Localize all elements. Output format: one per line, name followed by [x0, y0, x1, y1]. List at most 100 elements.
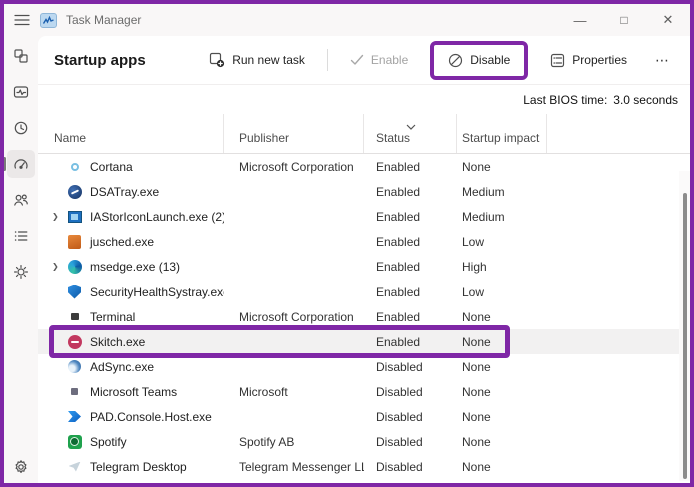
app-name: Skitch.exe	[90, 335, 145, 349]
publisher-cell: Microsoft Corporation	[224, 160, 364, 174]
page-title: Startup apps	[54, 52, 146, 69]
publisher-cell: Microsoft	[224, 385, 364, 399]
sidebar-item-details[interactable]	[7, 222, 35, 250]
app-history-icon	[13, 120, 29, 136]
app-name: Spotify	[90, 435, 127, 449]
status-cell: Enabled	[364, 235, 457, 249]
skitch-icon	[68, 335, 82, 349]
iastor-icon	[68, 211, 82, 223]
security-icon	[68, 285, 81, 299]
titlebar: Task Manager — □ ✕	[4, 4, 690, 36]
name-cell: Microsoft Teams	[38, 384, 224, 399]
row-icon-wrap	[67, 334, 82, 349]
startup-impact-cell: None	[457, 335, 547, 349]
table-row[interactable]: ❯IAStorIconLaunch.exe (2)EnabledMedium	[38, 204, 690, 229]
table-row[interactable]: jusched.exe EnabledLow	[38, 229, 690, 254]
sidebar-item-performance[interactable]	[7, 78, 35, 106]
column-header-status[interactable]: Status	[364, 114, 457, 153]
startup-apps-table-body: CortanaMicrosoft CorporationEnabledNoneD…	[38, 154, 690, 483]
row-icon-wrap	[67, 459, 82, 474]
row-icon-wrap	[67, 184, 82, 199]
app-name: jusched.exe	[90, 235, 154, 249]
minimize-button[interactable]: —	[558, 4, 602, 36]
publisher-cell: Telegram Messenger LLP	[224, 460, 364, 474]
startup-impact-cell: None	[457, 410, 547, 424]
table-row[interactable]: AdSync.exeDisabledNone	[38, 354, 690, 379]
page-header: Startup apps Run new task Enable	[38, 36, 690, 85]
sidebar-item-startup-apps[interactable]	[7, 150, 35, 178]
close-button[interactable]: ✕	[646, 4, 690, 36]
sidebar-item-settings[interactable]	[7, 453, 35, 481]
spotify-icon	[68, 435, 82, 449]
sidebar-item-services[interactable]	[7, 258, 35, 286]
app-name: Cortana	[90, 160, 133, 174]
row-icon-wrap	[67, 259, 82, 274]
enable-button[interactable]: Enable	[342, 48, 416, 72]
startup-impact-cell: Low	[457, 235, 547, 249]
sidebar-item-processes[interactable]	[7, 42, 35, 70]
column-header-publisher[interactable]: Publisher	[224, 114, 364, 153]
table-row[interactable]: PAD.Console.Host.exeDisabledNone	[38, 404, 690, 429]
column-header-startup-impact[interactable]: Startup impact	[457, 114, 547, 153]
sidebar-item-app-history[interactable]	[7, 114, 35, 142]
sidebar-item-users[interactable]	[7, 186, 35, 214]
cortana-icon	[71, 163, 79, 171]
table-row[interactable]: Microsoft TeamsMicrosoftDisabledNone	[38, 379, 690, 404]
name-cell: ❯ IAStorIconLaunch.exe (2)	[38, 209, 224, 224]
name-cell: PAD.Console.Host.exe	[38, 409, 224, 424]
name-cell: Telegram Desktop	[38, 459, 224, 474]
scrollbar-thumb[interactable]	[683, 193, 687, 479]
table-row[interactable]: SpotifySpotify ABDisabledNone	[38, 429, 690, 454]
startup-apps-icon	[13, 156, 29, 172]
last-bios-time-label: Last BIOS time:	[523, 93, 607, 107]
maximize-button[interactable]: □	[602, 4, 646, 36]
toolbar: Run new task Enable Disable	[201, 41, 676, 80]
table-row[interactable]: Skitch.exeEnabledNone	[38, 329, 690, 354]
run-new-task-label: Run new task	[232, 53, 305, 67]
last-bios-time: Last BIOS time: 3.0 seconds	[38, 85, 690, 114]
hamburger-menu-icon[interactable]	[4, 13, 40, 27]
window-controls: — □ ✕	[558, 4, 690, 36]
table-row[interactable]: ❯msedge.exe (13)EnabledHigh	[38, 254, 690, 279]
scrollbar-track[interactable]	[679, 171, 690, 481]
performance-icon	[13, 84, 29, 100]
status-cell: Enabled	[364, 260, 457, 274]
startup-impact-cell: None	[457, 360, 547, 374]
more-options-button[interactable]: ⋯	[649, 48, 676, 73]
msedge-icon	[68, 260, 82, 274]
row-icon-wrap	[67, 309, 82, 324]
status-cell: Enabled	[364, 310, 457, 324]
expand-chevron-icon[interactable]: ❯	[52, 262, 67, 271]
table-row[interactable]: SecurityHealthSystray.exeEnabledLow	[38, 279, 690, 304]
run-new-task-button[interactable]: Run new task	[201, 47, 313, 73]
terminal-icon	[71, 313, 79, 320]
pad-icon	[68, 411, 81, 422]
adsync-icon	[68, 360, 81, 373]
app-name: Terminal	[90, 310, 135, 324]
expand-chevron-icon[interactable]: ❯	[52, 212, 67, 221]
table-header: Name Publisher Status Startup impact	[38, 114, 690, 154]
publisher-cell: Microsoft Corporation	[224, 310, 364, 324]
table-row[interactable]: Cortana Microsoft CorporationEnabledNone	[38, 154, 690, 179]
app-name: IAStorIconLaunch.exe (2)	[90, 210, 224, 224]
table-row[interactable]: TerminalMicrosoft CorporationEnabledNone	[38, 304, 690, 329]
publisher-cell: Spotify AB	[224, 435, 364, 449]
startup-impact-cell: None	[457, 160, 547, 174]
name-cell: AdSync.exe	[38, 359, 224, 374]
status-cell: Disabled	[364, 460, 457, 474]
settings-icon	[13, 459, 29, 475]
properties-button[interactable]: Properties	[542, 48, 635, 73]
app-name: Microsoft Teams	[90, 385, 177, 399]
row-icon-wrap	[67, 234, 82, 249]
table-row[interactable]: DSATray.exeEnabledMedium	[38, 179, 690, 204]
status-cell: Enabled	[364, 285, 457, 299]
column-header-name[interactable]: Name	[38, 114, 224, 153]
table-row[interactable]: Telegram DesktopTelegram Messenger LLPDi…	[38, 454, 690, 479]
disable-button[interactable]: Disable	[440, 48, 518, 73]
screenshot-frame: Task Manager — □ ✕	[0, 0, 694, 487]
app-name: PAD.Console.Host.exe	[90, 410, 212, 424]
app-name: DSATray.exe	[90, 185, 159, 199]
window-title: Task Manager	[66, 13, 141, 27]
status-cell: Enabled	[364, 160, 457, 174]
teams-icon	[71, 388, 78, 395]
